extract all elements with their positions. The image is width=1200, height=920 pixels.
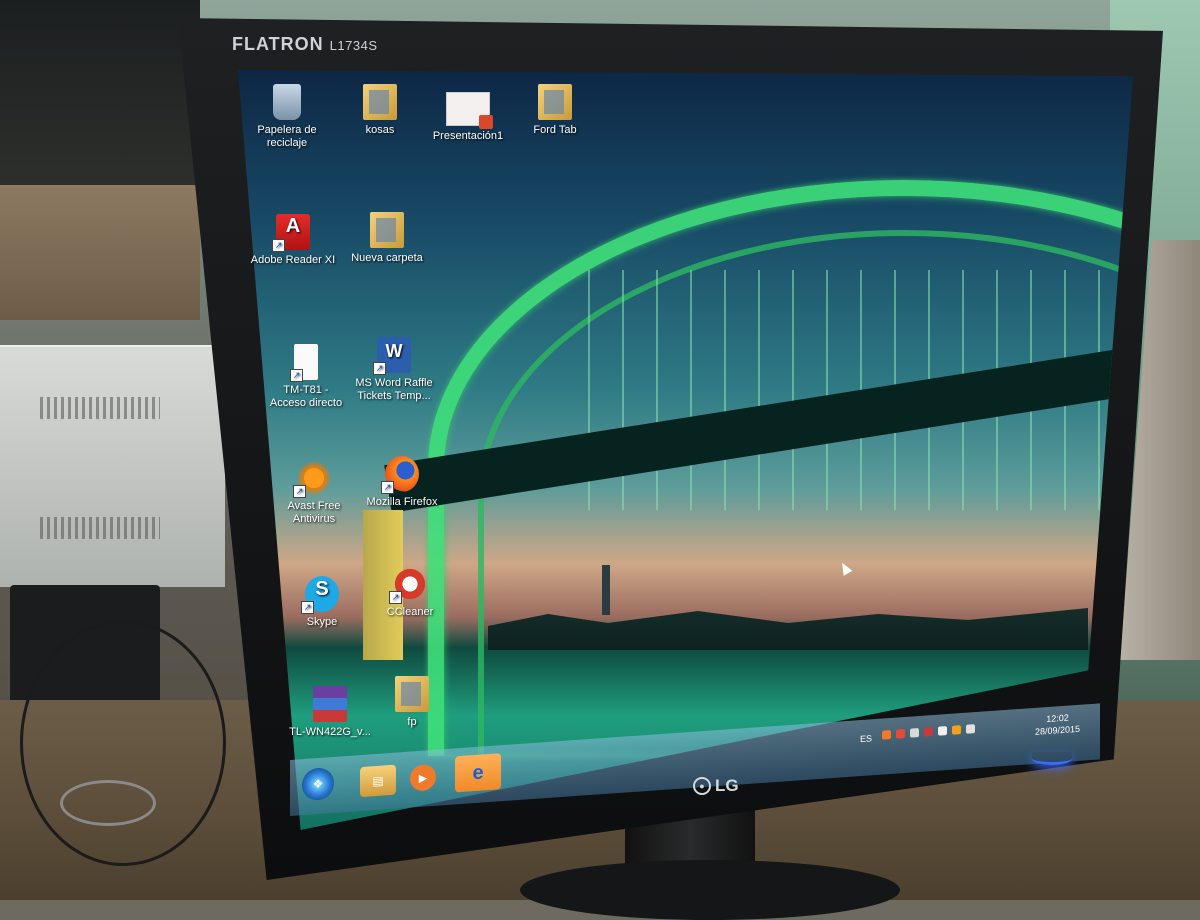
desktop-icon-label: Nueva carpeta	[351, 252, 423, 264]
shortcut-arrow-icon: ↗	[389, 591, 402, 604]
printer-device	[0, 345, 225, 587]
cable-clamp	[60, 780, 156, 826]
taskbar-explorer-button[interactable]: ▤	[360, 764, 396, 798]
desktop-icon-label: Ford Tab	[533, 124, 577, 136]
desktop-icon-label: fp	[407, 716, 417, 728]
shortcut-arrow-icon: ↗	[373, 362, 386, 375]
firefox-icon: ↗	[381, 456, 419, 494]
volume-icon[interactable]	[966, 724, 975, 734]
desktop-icon-label: Papelera de reciclaje	[257, 124, 317, 149]
windows-flag-icon[interactable]	[896, 728, 905, 739]
internet-explorer-icon: e	[472, 760, 484, 784]
shelf-left	[0, 0, 200, 185]
brand-name: FLATRON	[232, 34, 324, 54]
language-indicator[interactable]: ES	[860, 733, 872, 744]
desktop-icon-label: TM-T81 - Acceso directo	[269, 384, 343, 409]
desktop-icon-label: kosas	[365, 124, 395, 136]
desktop-icon-skype[interactable]: ↗ Skype	[272, 576, 372, 629]
shortcut-arrow-icon: ↗	[381, 481, 394, 494]
desktop-icon-label: Mozilla Firefox	[366, 496, 438, 508]
taskbar-internet-explorer-button[interactable]: e	[455, 753, 501, 793]
monitor-stand-base	[520, 860, 900, 920]
desktop-icon-adobe-reader[interactable]: ↗ Adobe Reader XI	[243, 214, 343, 267]
desktop-icon-nueva-carpeta[interactable]: Nueva carpeta	[337, 212, 437, 265]
desktop-icon-label: MS Word Raffle Tickets Temp...	[355, 377, 433, 402]
update-icon[interactable]	[952, 725, 961, 735]
wallpaper-tower	[602, 565, 610, 615]
shortcut-arrow-icon: ↗	[290, 369, 303, 382]
windows-logo-icon: ❖	[312, 776, 324, 792]
skype-icon: ↗	[301, 576, 339, 614]
desktop-icon-label: Avast Free Antivirus	[287, 500, 341, 525]
power-button[interactable]	[1032, 752, 1072, 765]
shortcut-arrow-icon: ↗	[293, 485, 306, 498]
desktop-icon-presentacion1[interactable]: Presentación1	[418, 92, 518, 143]
folder-icon	[538, 84, 572, 120]
flag-icon[interactable]	[938, 726, 947, 736]
folder-icon: ▤	[372, 773, 384, 789]
start-button[interactable]: ❖	[302, 766, 334, 802]
desktop-icon-recycle-bin[interactable]: Papelera de reciclaje	[237, 84, 337, 150]
desktop-icon-ford-tab[interactable]: Ford Tab	[505, 84, 605, 137]
desktop-icon-word-raffle[interactable]: ↗ MS Word Raffle Tickets Temp...	[344, 337, 444, 403]
vent	[40, 397, 160, 419]
desktop-icon-fp[interactable]: fp	[362, 676, 462, 729]
lg-logo-text: LG	[715, 776, 739, 795]
lg-circle-icon: ●	[693, 777, 711, 795]
winrar-icon	[313, 686, 347, 722]
brand-model: L1734S	[329, 38, 378, 53]
word-icon: ↗	[373, 337, 411, 375]
network-icon[interactable]	[910, 728, 919, 738]
desktop-icon-tm-t81[interactable]: ↗ TM-T81 - Acceso directo	[256, 344, 356, 410]
desktop-icon-label: Presentación1	[432, 130, 504, 142]
desktop-icon-avast[interactable]: ↗ Avast Free Antivirus	[264, 460, 364, 526]
file-shortcut-icon: ↗	[290, 344, 318, 382]
tray-clock[interactable]: 12:02 28/09/2015	[1035, 711, 1080, 738]
folder-icon	[370, 212, 404, 248]
folder-icon	[395, 676, 429, 712]
clock-date: 28/09/2015	[1034, 723, 1080, 737]
adobe-reader-icon: ↗	[272, 214, 310, 252]
desktop-icon-label: TL-WN422G_v...	[289, 726, 371, 738]
monitor-brand: FLATRON L1734S	[232, 34, 378, 55]
folder-icon	[363, 84, 397, 120]
desktop-icon-label: Skype	[306, 616, 338, 628]
cable	[20, 620, 226, 866]
desktop-icon-label: Adobe Reader XI	[250, 254, 336, 266]
shortcut-arrow-icon: ↗	[272, 239, 285, 252]
recycle-bin-icon	[273, 84, 301, 120]
security-icon[interactable]	[924, 727, 933, 737]
lg-logo: ● LG	[693, 776, 739, 796]
shortcut-arrow-icon: ↗	[301, 601, 314, 614]
desktop-icon-kosas[interactable]: kosas	[330, 84, 430, 137]
taskbar-media-player-button[interactable]: ▶	[410, 763, 436, 792]
play-icon: ▶	[418, 771, 428, 785]
desktop-icon-ccleaner[interactable]: ↗ CCleaner	[360, 566, 460, 619]
cardboard-box	[0, 185, 200, 320]
desktop-icon-firefox[interactable]: ↗ Mozilla Firefox	[352, 456, 452, 509]
desktop-icon-label: CCleaner	[386, 606, 434, 618]
avast-icon: ↗	[293, 460, 331, 498]
powerpoint-file-icon	[446, 92, 493, 129]
ccleaner-icon: ↗	[389, 566, 427, 604]
avast-tray-icon[interactable]	[882, 729, 891, 740]
tray-icons	[882, 724, 975, 740]
vent	[40, 517, 160, 539]
